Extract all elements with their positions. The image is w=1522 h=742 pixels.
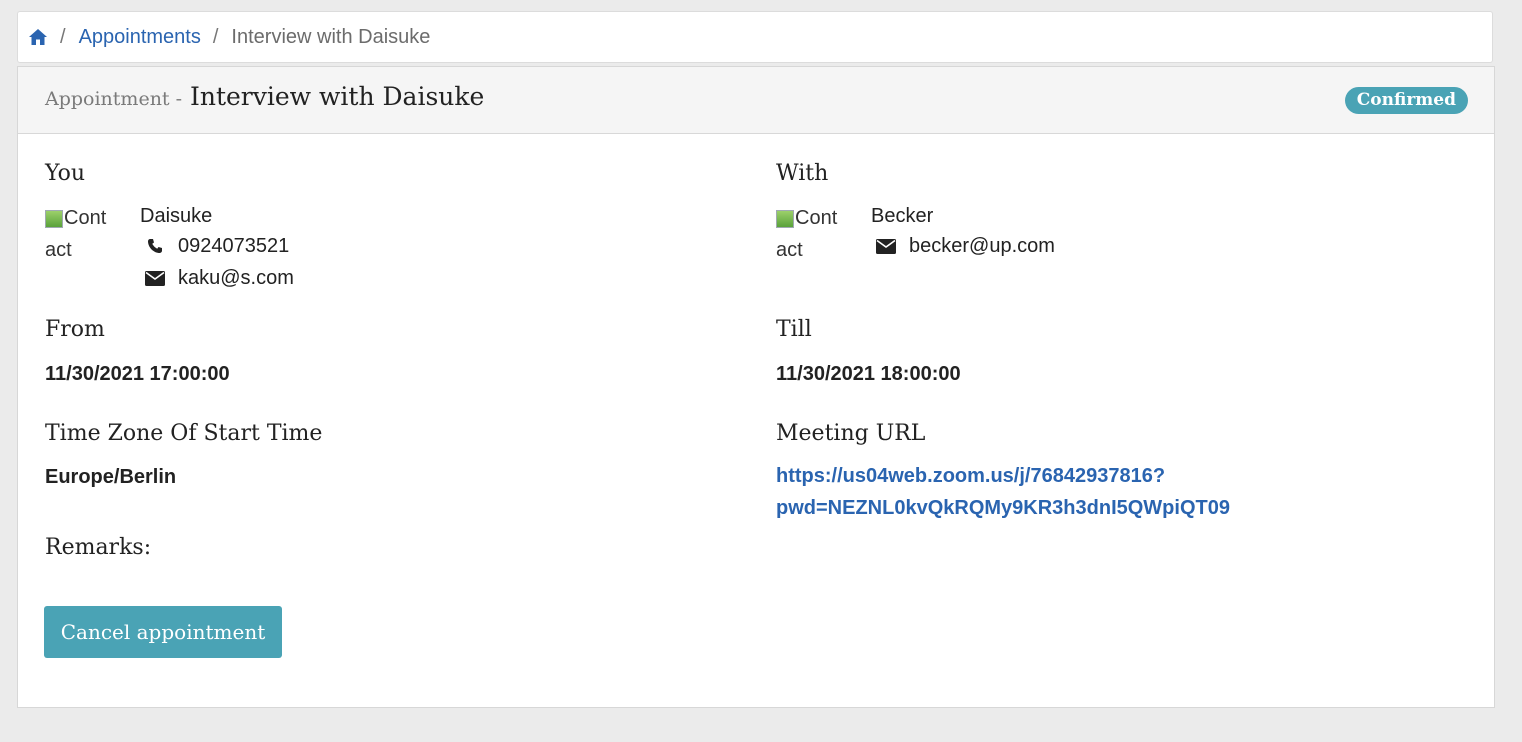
phone-icon: [144, 238, 166, 254]
avatar: Cont act: [45, 202, 125, 262]
email-address[interactable]: becker@up.com: [909, 230, 1055, 262]
broken-image-icon: [45, 209, 63, 228]
contact-email: kaku@s.com: [140, 262, 294, 294]
you-contact: Cont act Daisuke 0924073521 kaku@s.com: [45, 202, 294, 294]
envelope-icon: [144, 270, 166, 286]
meeting-url-label: Meeting URL: [776, 421, 926, 446]
avatar-alt-text-2: act: [45, 239, 72, 261]
email-address: kaku@s.com: [178, 267, 294, 289]
cancel-appointment-button[interactable]: Cancel appointment: [44, 606, 282, 658]
meeting-url-link[interactable]: https://us04web.zoom.us/j/76842937816? p…: [776, 460, 1230, 524]
contact-email: becker@up.com: [871, 230, 1055, 262]
with-label: With: [776, 161, 829, 186]
from-label: From: [45, 317, 105, 342]
contact-info: Daisuke 0924073521 kaku@s.com: [140, 202, 294, 294]
remarks-label: Remarks:: [45, 535, 152, 560]
breadcrumb-separator: /: [60, 25, 66, 48]
breadcrumb-current: Interview with Daisuke: [231, 25, 431, 48]
breadcrumb-separator: /: [212, 25, 219, 48]
meeting-url-line1: https://us04web.zoom.us/j/76842937816?: [776, 465, 1166, 487]
status-badge: Confirmed: [1344, 87, 1468, 114]
contact-name: Becker: [871, 205, 934, 227]
avatar-alt-text-1: Cont: [795, 207, 838, 229]
with-contact: Cont act Becker becker@up.com: [776, 202, 1055, 262]
avatar: Cont act: [776, 202, 856, 262]
breadcrumb: / Appointments / Interview with Daisuke: [17, 11, 1493, 63]
timezone-value: Europe/Berlin: [45, 466, 177, 488]
card-header: Appointment - Interview with Daisuke Con…: [18, 67, 1494, 134]
from-value: 11/30/2021 17:00:00: [45, 363, 230, 385]
envelope-icon: [875, 238, 897, 254]
meeting-url-line2: pwd=NEZNL0kvQkRQMy9KR3h3dnI5QWpiQT09: [776, 497, 1230, 519]
you-label: You: [45, 161, 86, 186]
avatar-alt-text-2: act: [776, 239, 803, 261]
broken-image-icon: [776, 209, 794, 228]
phone-number: 0924073521: [178, 235, 290, 257]
contact-phone: 0924073521: [140, 230, 294, 262]
title-text: Interview with Daisuke: [189, 82, 485, 111]
home-icon[interactable]: [28, 28, 48, 46]
till-value: 11/30/2021 18:00:00: [776, 363, 961, 385]
page-title: Appointment - Interview with Daisuke: [45, 82, 484, 111]
contact-name: Daisuke: [140, 205, 213, 227]
timezone-label: Time Zone Of Start Time: [45, 421, 323, 446]
contact-info: Becker becker@up.com: [871, 202, 1055, 262]
appointment-card: Appointment - Interview with Daisuke Con…: [17, 66, 1495, 708]
title-prefix: Appointment -: [45, 88, 183, 110]
till-label: Till: [776, 317, 812, 342]
avatar-alt-text-1: Cont: [64, 207, 107, 229]
breadcrumb-appointments-link[interactable]: Appointments: [79, 26, 201, 49]
